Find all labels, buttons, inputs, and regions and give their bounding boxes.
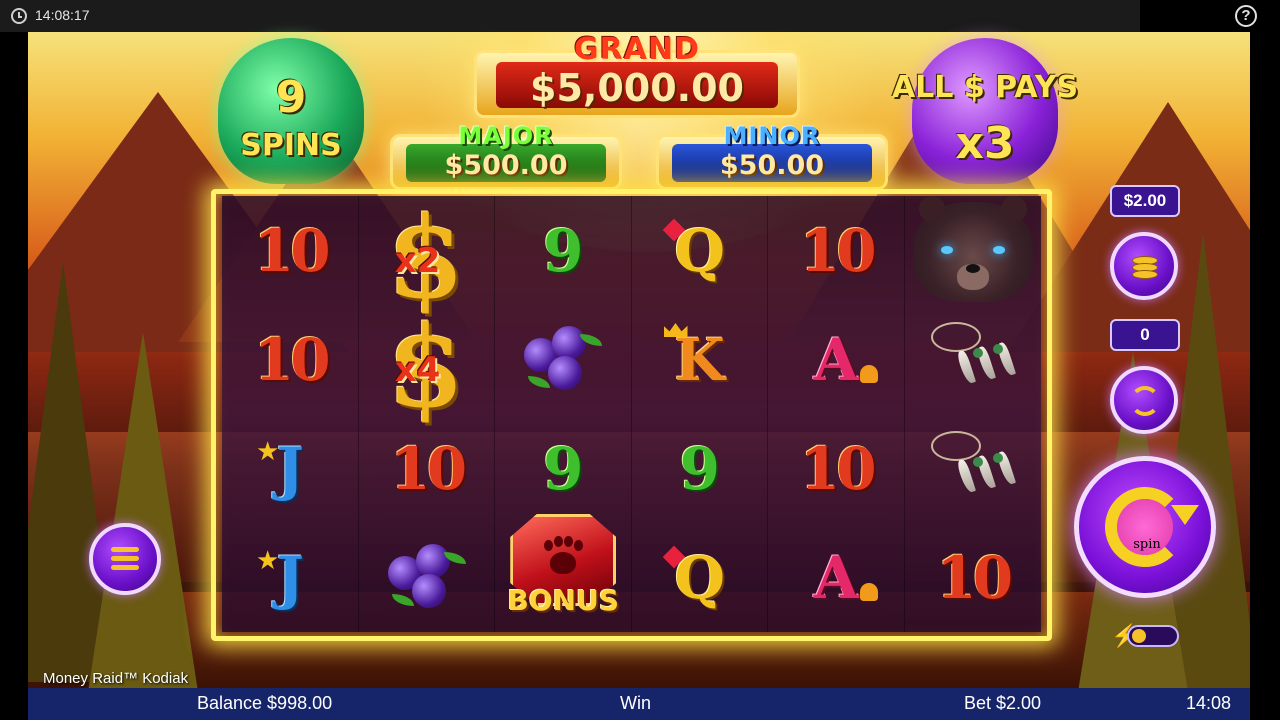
system-status-bar-right [1140,0,1280,32]
symbol-nine: 9 [543,434,584,503]
reel-2: $ x2 $ x4 10 [358,192,496,632]
pine-tree [88,332,198,688]
symbol-nine: 9 [543,216,584,285]
minor-jackpot: MINOR $50.00 [656,122,888,192]
symbol-berries [359,523,496,632]
symbol-ten: 10 [390,434,467,503]
spin-button[interactable]: spin [1074,456,1216,598]
claw-necklace-icon [927,320,1019,400]
clock-icon [11,8,27,24]
autoplay-icon [1130,386,1160,416]
symbol-ten: 10 [253,325,331,394]
reel-grid: 10 10 ★ J ★ J $ x2 $ x4 10 9 9 BONUS Q K… [222,192,1042,632]
reel-3: 9 9 BONUS [495,196,632,632]
reel-5: 10 A 10 A [768,196,905,632]
balance-display: Balance $998.00 [197,693,333,713]
win-display: Win [620,693,651,713]
bottom-bar-left-pad [0,688,28,720]
dollar-claw-icon: $ x4 [386,301,465,433]
bottom-clock: 14:08 [1186,693,1232,713]
minor-jackpot-value: $50.00 [719,150,825,181]
menu-button[interactable] [89,523,161,595]
game-title: Money Raid™ Kodiak [43,670,189,687]
free-spins-count: 9 [275,72,307,123]
hamburger-icon [111,547,139,571]
turbo-knob [1132,629,1146,643]
major-jackpot-value: $500.00 [444,150,568,181]
symbol-king: K [632,305,769,414]
berries-icon [382,538,472,618]
symbol-dollar-multiplier: $ x2 [359,192,496,324]
symbol-queen: Q [632,523,769,632]
symbol-dollar-multiplier: $ x4 [359,301,496,433]
major-jackpot: MAJOR $500.00 [390,122,622,192]
symbol-berries [495,305,632,414]
turbo-toggle[interactable]: ⚡ [1111,623,1179,649]
bottom-bar-right-pad [1250,688,1280,720]
symbol-ace: A [768,305,905,414]
spin-label: spin [1133,537,1161,552]
grand-jackpot: GRAND $5,000.00 [474,32,800,120]
star-icon: ★ [256,436,280,466]
star-icon: ★ [256,545,280,575]
symbol-queen: Q [632,196,769,305]
all-pays-label: ALL $ PAYS [891,70,1079,105]
symbol-nine: 9 [679,434,720,503]
turbo-track [1127,625,1179,647]
reel-4: Q K 9 Q [631,196,769,632]
autoplay-button[interactable] [1110,366,1178,434]
bear-icon [912,196,1033,302]
symbol-ten: 10 [936,543,1013,612]
grand-jackpot-value: $5,000.00 [530,66,744,110]
autoplay-count-display[interactable]: 0 [1110,319,1180,351]
symbol-ace: A [768,523,905,632]
reel-1: 10 10 ★ J ★ J [222,196,359,632]
bet-coins-button[interactable] [1110,232,1178,300]
all-pays-multiplier: x3 [955,118,1015,169]
spin-arrow-icon [1171,505,1199,525]
minor-jackpot-title: MINOR [723,122,821,150]
free-spins-bell: 9 SPINS [218,38,364,184]
bell-icon [860,365,878,383]
dollar-claw-icon: $ x2 [386,192,465,324]
coins-icon [1132,256,1158,282]
reel-6: 10 [904,196,1042,632]
free-spins-label: SPINS [240,128,342,163]
help-icon[interactable]: ? [1235,5,1257,27]
symbol-ten: 10 [799,216,877,285]
symbol-jack: ★ J [256,434,304,503]
symbol-jack: ★ J [256,543,304,612]
multiplier-x4: x4 [394,349,441,390]
system-time: 14:08:17 [35,7,90,23]
symbol-claw-necklace [905,414,1042,523]
bet-display: Bet $2.00 [964,693,1042,713]
symbol-bear [905,196,1042,305]
system-status-bar: 14:08:17 [0,0,1140,32]
multiplier-x2: x2 [394,240,441,281]
symbol-ten: 10 [799,434,877,503]
paw-icon [544,536,584,576]
major-jackpot-title: MAJOR [458,122,554,150]
bonus-paw-gem-icon: BONUS [498,514,628,632]
claw-necklace-icon [927,429,1019,509]
bell-icon [860,583,878,601]
symbol-ten: 10 [253,216,331,285]
bet-value-display[interactable]: $2.00 [1110,185,1180,217]
bonus-label: BONUS [507,584,619,617]
symbol-bonus: BONUS [495,514,632,632]
symbol-claw-necklace [905,305,1042,414]
grand-jackpot-title: GRAND [574,32,700,67]
berries-icon [518,320,608,400]
